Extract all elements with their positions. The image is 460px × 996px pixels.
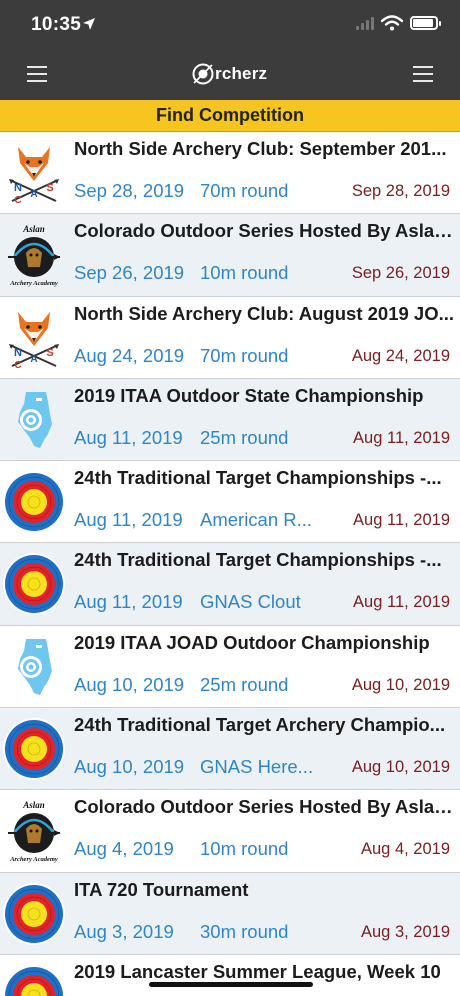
competition-row[interactable]: Aslan Archery Academy Colorado Outdoor Ser… [0,214,460,297]
illinois-icon [2,388,66,452]
competition-date: Aug 24, 2019 [74,344,185,366]
page-title: Find Competition [156,105,304,125]
competition-round: GNAS Here... [200,756,314,778]
competition-round: American R... [200,509,313,531]
competition-row[interactable]: 2019 ITAA JOAD Outdoor Championship Aug 1… [0,626,460,709]
competition-round: 10m round [200,838,289,860]
fox-icon: N SAC [2,141,66,205]
competition-title: 24th Traditional Target Championships -.… [74,467,442,489]
logo-text: rcherz [215,64,268,83]
fox-logo-letter: S [46,347,53,359]
fox-logo-letter: C [14,195,21,205]
competition-date-right: Aug 10, 2019 [351,675,450,694]
competition-round: 10m round [200,262,289,284]
aslan-logo-label: Aslan [22,224,45,234]
fox-logo-letter: S [46,182,53,194]
competition-date: Aug 11, 2019 [74,426,183,448]
fox-logo-letter: A [30,189,37,200]
wifi-icon [381,15,403,31]
competition-date: Sep 28, 2019 [74,180,185,201]
fox-logo-letter: N [14,182,22,194]
fox-logo-letter: C [14,360,21,370]
status-bar: 10:35 [0,0,460,48]
competition-row[interactable]: 24th Traditional Target Championships -.… [0,543,460,626]
competition-date-right: Aug 11, 2019 [353,511,450,530]
aslan-icon: Aslan Archery Academy [2,224,66,287]
home-indicator[interactable] [149,982,313,987]
fox-logo-letter: N [14,347,22,359]
target-icon [2,717,66,781]
archerz-logo-icon [192,63,214,85]
status-time: 10:35 [31,14,82,35]
competition-title: 24th Traditional Target Championships -.… [74,549,442,571]
competition-date: Aug 10, 2019 [74,673,185,695]
aslan-logo-label: Archery Academy [9,280,58,287]
competition-row[interactable]: 2019 ITAA Outdoor State Championship Aug … [0,378,460,462]
fox-icon: N SAC [2,306,66,370]
competition-title: 2019 ITAA JOAD Outdoor Championship [74,631,430,653]
competition-round: GNAS Clout [200,591,301,613]
competition-date: Aug 4, 2019 [74,838,174,860]
cellular-signal-icon [356,16,374,30]
competition-date-right: Sep 28, 2019 [351,182,450,200]
competition-row[interactable]: ITA 720 Tournament Aug 3, 2019 30m round Au… [0,872,460,955]
competition-date-right: Aug 11, 2019 [353,593,450,612]
battery-level [413,19,434,27]
competition-title: 24th Traditional Target Archery Champio.… [74,714,446,736]
competition-row[interactable]: 24th Traditional Target Championships -.… [0,461,460,544]
competition-row[interactable]: 2019 Lancaster Summer League, Week 10 [0,955,460,996]
aslan-icon: Aslan Archery Academy [2,800,66,863]
competition-round: 70m round [200,180,289,201]
competition-row[interactable]: Aslan Archery Academy Colorado Outdoor Ser… [0,790,460,873]
target-icon [2,470,66,534]
find-competition-header: Find Competition [0,100,460,132]
aslan-logo-label: Archery Academy [9,856,58,863]
competition-date: Aug 11, 2019 [74,509,183,531]
competition-title: Colorado Outdoor Series Hosted By Aslan.… [74,796,454,818]
competition-list: N S A C North Side Archery Club: September 2… [0,132,460,996]
location-arrow-icon [83,18,95,30]
fox-logo-letter: A [30,354,37,365]
competition-row[interactable]: N S A C North Side Archery Club: August 2019… [0,297,460,379]
competition-round: 70m round [200,344,289,366]
competition-date-right: Aug 10, 2019 [351,758,450,777]
competition-title: North Side Archery Club: August 2019 JO.… [74,302,454,324]
competition-title: 2019 ITAA Outdoor State Championship [74,384,424,406]
target-icon [2,882,66,946]
competition-date: Aug 3, 2019 [74,920,174,942]
competition-title: Colorado Outdoor Series Hosted By Aslan.… [74,220,454,242]
competition-title: 2019 Lancaster Summer League, Week 10 [74,960,441,982]
target-icon [2,552,66,616]
archerz-logo: rcherz [192,61,267,87]
competition-date-right: Aug 3, 2019 [361,922,450,941]
competition-date-right: Sep 26, 2019 [351,264,450,283]
illinois-icon [2,635,66,699]
menu-right-hamburger-icon[interactable] [413,66,433,82]
competition-date-right: Aug 24, 2019 [351,346,450,365]
competition-title: North Side Archery Club: September 201..… [74,138,447,159]
competition-date-right: Aug 4, 2019 [361,840,450,859]
competition-round: 25m round [200,673,289,695]
competition-date: Sep 26, 2019 [74,262,185,284]
competition-row[interactable]: N S A C North Side Archery Club: September 2… [0,132,460,215]
aslan-logo-label: Aslan [22,800,45,810]
menu-left-hamburger-icon[interactable] [27,66,47,82]
nav-bar: rcherz [0,48,460,100]
competition-title: ITA 720 Tournament [74,878,249,900]
competition-round: 30m round [200,920,289,942]
target-icon [2,964,66,996]
status-icons [356,15,441,31]
competition-date: Aug 10, 2019 [74,756,185,778]
competition-row[interactable]: 24th Traditional Target Archery Champio.… [0,708,460,791]
competition-round: 25m round [200,426,289,448]
competition-date: Aug 11, 2019 [74,591,183,613]
battery-icon [410,16,441,30]
competition-date-right: Aug 11, 2019 [353,428,450,447]
